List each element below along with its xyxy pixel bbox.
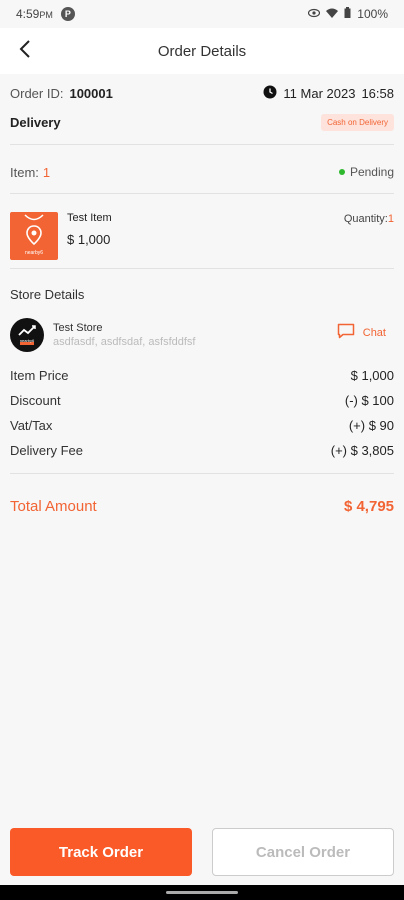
battery-percent: 100% (357, 7, 388, 21)
chevron-left-icon (19, 39, 31, 63)
divider (10, 473, 394, 474)
chat-button[interactable]: Chat (337, 323, 386, 342)
wifi-icon (326, 7, 339, 21)
store-name: Test Store (53, 322, 103, 334)
item-price: $ 1,000 (67, 232, 111, 247)
price-breakdown: Item Price $ 1,000 Discount (-) $ 100 Va… (10, 363, 394, 463)
price-value: (+) $ 3,805 (330, 443, 394, 458)
payment-badge: Cash on Delivery (321, 113, 394, 131)
item-name: Test Item (67, 212, 112, 224)
order-time: 16:58 (361, 85, 394, 101)
item-quantity: Quantity:1 (344, 213, 394, 225)
delivery-row: Delivery Cash on Delivery (10, 112, 394, 132)
divider (10, 144, 394, 145)
divider (10, 268, 394, 269)
store-section-title: Store Details (10, 287, 85, 302)
item-thumb-caption: nearby6 (24, 250, 44, 256)
track-order-button[interactable]: Track Order (10, 828, 192, 876)
notification-badge: P (60, 7, 75, 21)
status-dot (338, 169, 345, 175)
order-date: 11 Mar 2023 (283, 85, 356, 101)
status-text: Pending (349, 165, 394, 179)
price-row-discount: Discount (-) $ 100 (10, 388, 394, 413)
price-row-delivery-fee: Delivery Fee (+) $ 3,805 (10, 438, 394, 463)
eye-icon (308, 7, 321, 21)
price-value: (+) $ 90 (348, 418, 394, 433)
price-label: Vat/Tax (10, 418, 53, 433)
total-label: Total Amount (10, 497, 97, 515)
home-indicator[interactable] (166, 891, 238, 894)
order-content: Order ID: 100001 11 Mar 2023 16:58 Delive… (0, 74, 404, 532)
price-label: Discount (10, 393, 61, 408)
items-summary-row: Item: 1 Pending (10, 151, 394, 193)
chat-label: Chat (362, 326, 386, 339)
store-row: nearby6 Test Store asdfasdf, asdfsdaf, a… (10, 311, 394, 359)
store-address: asdfasdf, asdfsdaf, asfsfddfsf (53, 336, 196, 348)
action-footer: Track Order Cancel Order (0, 828, 404, 876)
price-label: Item Price (10, 368, 69, 383)
price-value: $ 1,000 (350, 368, 394, 383)
price-row-vat: Vat/Tax (+) $ 90 (10, 413, 394, 438)
price-value: (-) $ 100 (344, 393, 394, 408)
delivery-type: Delivery (10, 114, 61, 130)
items-count: 1 (42, 164, 51, 180)
store-logo-icon (18, 325, 36, 345)
total-value: $ 4,795 (343, 497, 394, 515)
cancel-order-button[interactable]: Cancel Order (212, 828, 394, 876)
order-id-label: Order ID: (10, 85, 64, 101)
back-button[interactable] (10, 36, 40, 66)
total-row: Total Amount $ 4,795 (10, 480, 394, 532)
battery-icon (344, 7, 351, 21)
item-thumbnail: nearby6 (10, 212, 58, 260)
order-datetime: 11 Mar 2023 16:58 (263, 85, 394, 102)
app-header: Order Details (0, 28, 404, 74)
order-id-value: 100001 (69, 85, 113, 101)
store-logo-caption: nearby6 (19, 338, 35, 343)
store-logo: nearby6 (10, 318, 44, 352)
quantity-label: Quantity: (343, 213, 388, 225)
page-title: Order Details (157, 42, 247, 60)
price-label: Delivery Fee (10, 443, 83, 458)
clock-icon (263, 85, 277, 102)
order-status: Pending (338, 165, 394, 179)
item-card[interactable]: nearby6 Test Item $ 1,000 Quantity:1 (10, 194, 394, 268)
price-row-item-price: Item Price $ 1,000 (10, 363, 394, 388)
status-time: 4:59PM (16, 7, 53, 21)
items-label: Item: (10, 164, 39, 180)
quantity-value: 1 (387, 213, 394, 225)
status-bar: 4:59PM P 100% (0, 0, 404, 28)
chat-bubble-icon (337, 323, 355, 342)
order-id-row: Order ID: 100001 11 Mar 2023 16:58 (10, 74, 394, 112)
system-nav-bar (0, 885, 404, 900)
